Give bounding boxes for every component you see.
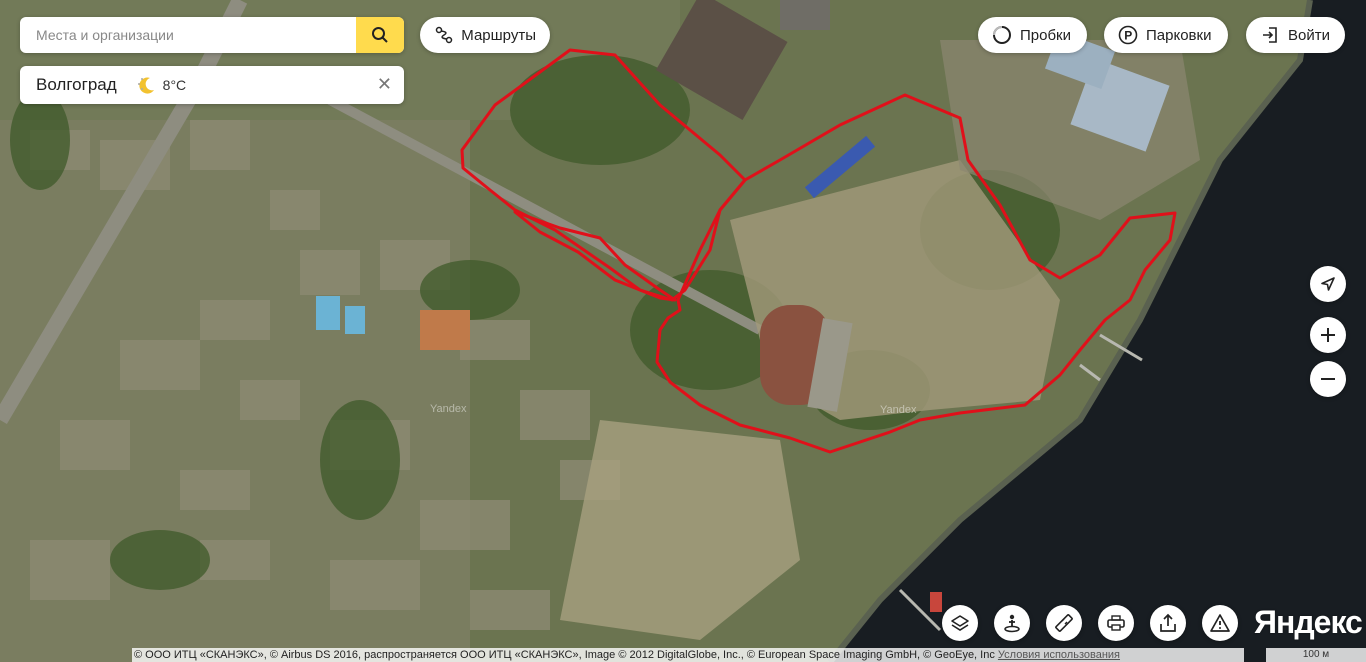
layers-icon: [951, 615, 969, 631]
map-watermark: Yandex: [430, 403, 467, 415]
routes-button[interactable]: Маршруты: [420, 17, 550, 53]
panorama-button[interactable]: [994, 605, 1030, 641]
routes-label: Маршруты: [461, 26, 536, 44]
traffic-icon: [992, 25, 1012, 45]
copyright-text: © ООО ИТЦ «СКАНЭКС», © Airbus DS 2016, р…: [134, 649, 995, 661]
search-bar: Места и организации: [20, 17, 404, 53]
copyright-bar: © ООО ИТЦ «СКАНЭКС», © Airbus DS 2016, р…: [132, 648, 1244, 662]
login-icon: [1260, 25, 1280, 45]
map-watermark: Yandex: [880, 404, 917, 416]
svg-text:P: P: [1124, 29, 1132, 43]
traffic-button[interactable]: Пробки: [978, 17, 1087, 53]
ruler-icon: [1055, 614, 1073, 632]
parking-label: Парковки: [1146, 26, 1212, 44]
print-button[interactable]: [1098, 605, 1134, 641]
panorama-person-icon: [1004, 614, 1020, 633]
navigation-arrow-icon: [1321, 277, 1335, 291]
login-button[interactable]: Войти: [1246, 17, 1345, 53]
search-input[interactable]: Места и организации: [20, 17, 356, 53]
temperature: 8°C: [162, 77, 187, 93]
search-button[interactable]: [356, 17, 404, 53]
minus-icon: [1321, 378, 1335, 380]
terms-link[interactable]: Условия использования: [998, 649, 1120, 661]
scale-label: 100 м: [1302, 649, 1330, 660]
map-scale: 100 м: [1266, 648, 1366, 662]
city-name: Волгоград: [36, 75, 117, 94]
zoom-out-button[interactable]: [1310, 361, 1346, 397]
route-icon: [434, 25, 453, 45]
print-icon: [1107, 615, 1125, 631]
report-button[interactable]: [1202, 605, 1238, 641]
login-label: Войти: [1288, 26, 1330, 44]
ruler-button[interactable]: [1046, 605, 1082, 641]
traffic-label: Пробки: [1020, 26, 1071, 44]
parking-icon: P: [1118, 25, 1138, 45]
search-icon: [372, 27, 388, 43]
warning-icon: [1210, 614, 1230, 632]
plus-icon: [1321, 328, 1335, 342]
share-button[interactable]: [1150, 605, 1186, 641]
layers-button[interactable]: [942, 605, 978, 641]
yandex-logo[interactable]: Яндекс: [1254, 604, 1363, 641]
zoom-in-button[interactable]: [1310, 317, 1346, 353]
locate-button[interactable]: [1310, 266, 1346, 302]
share-icon: [1160, 613, 1176, 632]
city-card[interactable]: Волгоград 8°C ✕: [20, 66, 404, 104]
close-icon[interactable]: ✕: [377, 74, 392, 95]
parking-button[interactable]: P Парковки: [1104, 17, 1228, 53]
night-cloud-icon: [135, 73, 159, 97]
